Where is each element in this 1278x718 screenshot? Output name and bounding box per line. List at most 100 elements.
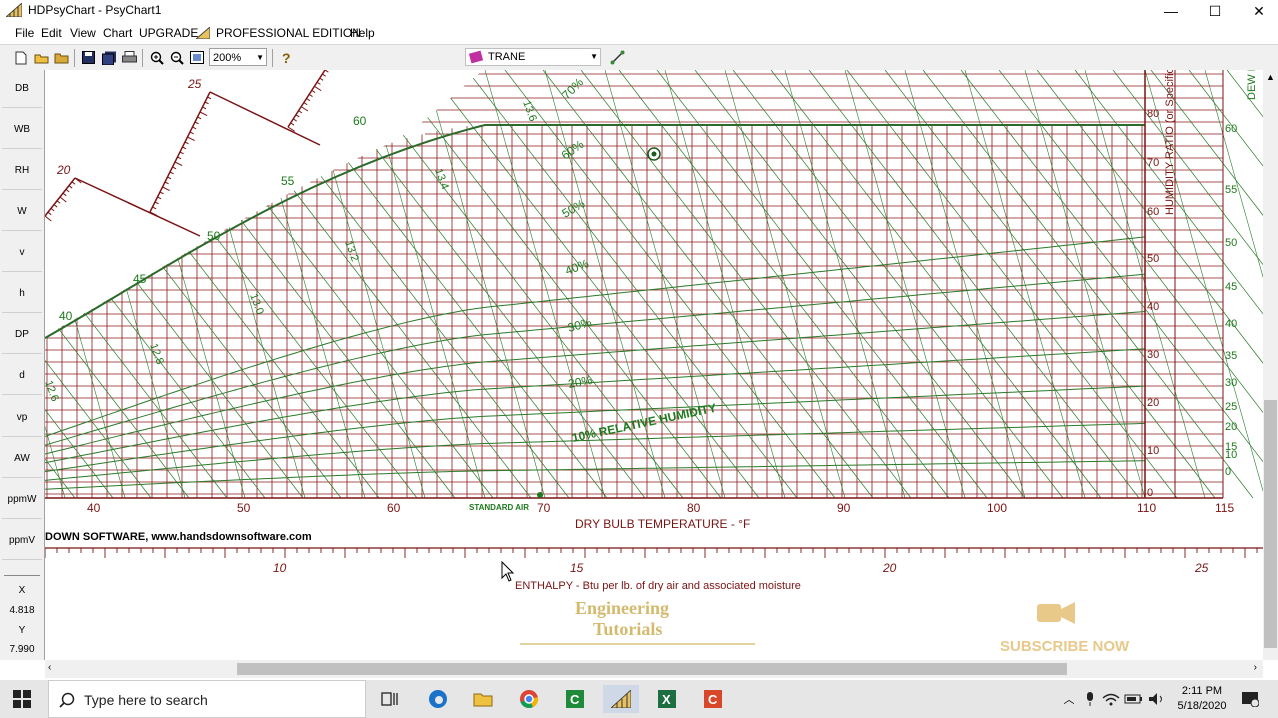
sidebar-btn-d[interactable]: d xyxy=(2,357,42,395)
windows-logo-icon xyxy=(13,690,31,708)
humidity-ratio-tick-label: 60 xyxy=(1147,206,1159,218)
maximize-icon: ☐ xyxy=(1208,2,1222,19)
wet-bulb-label: 40 xyxy=(59,309,73,323)
volume-icon[interactable] xyxy=(1148,680,1166,718)
x-tick-label: 80 xyxy=(687,501,701,515)
scroll-left-icon[interactable]: ‹ xyxy=(48,662,51,673)
psychrometric-chart[interactable]: 20 25 40 50 60 70 80 90 100 110 115 DRY BULB TEM… xyxy=(45,70,1263,660)
help-button[interactable]: ? xyxy=(277,49,294,66)
dew-point-tick-label: 0 xyxy=(1225,466,1231,478)
zoom-select[interactable]: 200% ▼ xyxy=(209,48,267,66)
property-sidebar: DB WB RH W v h DP d vp AW ppmW ppmV X 4.… xyxy=(0,70,45,660)
battery-icon[interactable] xyxy=(1124,680,1144,718)
edge-button[interactable] xyxy=(420,685,456,713)
sidebar-btn-db[interactable]: DB xyxy=(2,70,42,108)
x-tick-label: 40 xyxy=(87,501,101,515)
humidity-ratio-tick-label: 30 xyxy=(1147,349,1159,361)
menu-view[interactable]: View xyxy=(70,26,96,40)
sidebar-btn-aw[interactable]: AW xyxy=(2,440,42,478)
chrome-button[interactable] xyxy=(511,685,547,713)
zoom-in-button[interactable] xyxy=(148,49,165,66)
menu-edit[interactable]: Edit xyxy=(41,26,62,40)
sidebar-btn-wb[interactable]: WB xyxy=(2,111,42,149)
menu-help[interactable]: Help xyxy=(350,26,375,40)
sidebar-btn-vp[interactable]: vp xyxy=(2,399,42,437)
chart-mask xyxy=(45,70,485,336)
open-folder-icon xyxy=(34,54,49,63)
hdpsychart-taskbar-button[interactable] xyxy=(603,685,639,713)
print-button[interactable] xyxy=(121,49,138,66)
tray-chevron-up-icon[interactable]: ︿ xyxy=(1060,680,1078,718)
enthalpy-tick-label: 15 xyxy=(570,561,584,575)
sidebar-btn-ppmw[interactable]: ppmW xyxy=(2,481,42,519)
save-button[interactable] xyxy=(80,49,97,66)
network-icon[interactable] xyxy=(1102,680,1120,718)
wet-bulb-label: 45 xyxy=(133,272,147,286)
file-explorer-button[interactable] xyxy=(465,685,501,713)
scroll-right-icon[interactable]: › xyxy=(1254,662,1257,673)
specific-volume-label: 13.0 xyxy=(247,292,266,316)
horizontal-scrollbar[interactable]: ‹ › xyxy=(45,660,1263,678)
sidebar-btn-ppmv[interactable]: ppmV xyxy=(2,522,42,560)
menu-upgrade[interactable]: UPGRADE xyxy=(139,26,198,40)
clock-time: 2:11 PM xyxy=(1181,685,1223,697)
relative-humidity-curve xyxy=(45,273,1146,446)
specific-volume-label: 13.4 xyxy=(432,167,451,191)
brand-select[interactable]: TRANE ▼ xyxy=(465,48,601,66)
relative-humidity-label: 60% xyxy=(559,137,587,162)
horizontal-scroll-thumb[interactable] xyxy=(237,663,1067,675)
excel-button[interactable]: X xyxy=(649,685,685,713)
window-title: HDPsyChart - PsyChart1 xyxy=(28,3,162,17)
line-tool-button[interactable] xyxy=(609,49,626,66)
vertical-scrollbar[interactable]: ▲ xyxy=(1263,70,1278,660)
standard-air-label: STANDARD AIR xyxy=(469,503,529,512)
humidity-ratio-tick-label: 80 xyxy=(1147,108,1159,120)
task-view-button[interactable] xyxy=(372,685,408,713)
search-placeholder: Type here to search xyxy=(84,692,208,708)
open-file-button[interactable] xyxy=(33,49,50,66)
menu-file[interactable]: File xyxy=(15,26,34,40)
standard-air-point xyxy=(537,492,543,498)
sidebar-btn-w[interactable]: W xyxy=(2,193,42,231)
new-file-button[interactable] xyxy=(12,49,29,66)
video-icon xyxy=(1037,604,1061,622)
enthalpy-scale-label-20: 20 xyxy=(56,163,71,177)
start-button[interactable] xyxy=(4,685,40,713)
vertical-scroll-thumb[interactable] xyxy=(1264,400,1277,648)
wet-bulb-label: 60 xyxy=(353,114,367,128)
sidebar-btn-h[interactable]: h xyxy=(2,275,42,313)
sidebar-btn-rh[interactable]: RH xyxy=(2,152,42,190)
sidebar-btn-v[interactable]: v xyxy=(2,234,42,272)
zoom-out-button[interactable] xyxy=(168,49,185,66)
dew-point-tick-label: 50 xyxy=(1225,237,1237,249)
clock[interactable]: 2:11 PM 5/18/2020 xyxy=(1172,680,1232,718)
notification-center-button[interactable] xyxy=(1238,680,1262,718)
zoom-fit-icon xyxy=(189,51,204,64)
new-file-icon xyxy=(15,51,26,64)
zoom-fit-button[interactable] xyxy=(188,49,205,66)
microphone-icon[interactable] xyxy=(1082,680,1098,718)
zoom-in-icon xyxy=(150,51,164,65)
folder-button[interactable] xyxy=(53,49,70,66)
line-tool-icon xyxy=(610,50,625,65)
close-button[interactable]: ✕ xyxy=(1236,0,1278,22)
taskbar-search[interactable]: Type here to search xyxy=(48,680,366,718)
menu-chart[interactable]: Chart xyxy=(103,26,132,40)
subscribe-label[interactable]: SUBSCRIBE NOW xyxy=(1000,638,1130,655)
x-tick-label: 60 xyxy=(387,501,401,515)
svg-text:C: C xyxy=(570,692,580,707)
minimize-button[interactable]: — xyxy=(1148,0,1194,22)
sidebar-btn-dp[interactable]: DP xyxy=(2,316,42,354)
wet-bulb-label: 50 xyxy=(207,229,221,243)
x-axis-label: DRY BULB TEMPERATURE - °F xyxy=(575,517,750,531)
save-all-button[interactable] xyxy=(101,49,118,66)
readout-x-label: X xyxy=(18,585,26,596)
menu-professional-edition[interactable]: PROFESSIONAL EDITION xyxy=(216,26,361,40)
app-red-c-button[interactable]: C xyxy=(695,685,731,713)
maximize-button[interactable]: ☐ xyxy=(1192,0,1238,22)
enthalpy-tick-label: 25 xyxy=(1194,561,1209,575)
red-c-app-icon: C xyxy=(704,690,722,708)
relative-humidity-label: 20% xyxy=(567,373,593,391)
scroll-up-icon[interactable]: ▲ xyxy=(1266,72,1275,82)
app-green-c-button[interactable]: C xyxy=(557,685,593,713)
